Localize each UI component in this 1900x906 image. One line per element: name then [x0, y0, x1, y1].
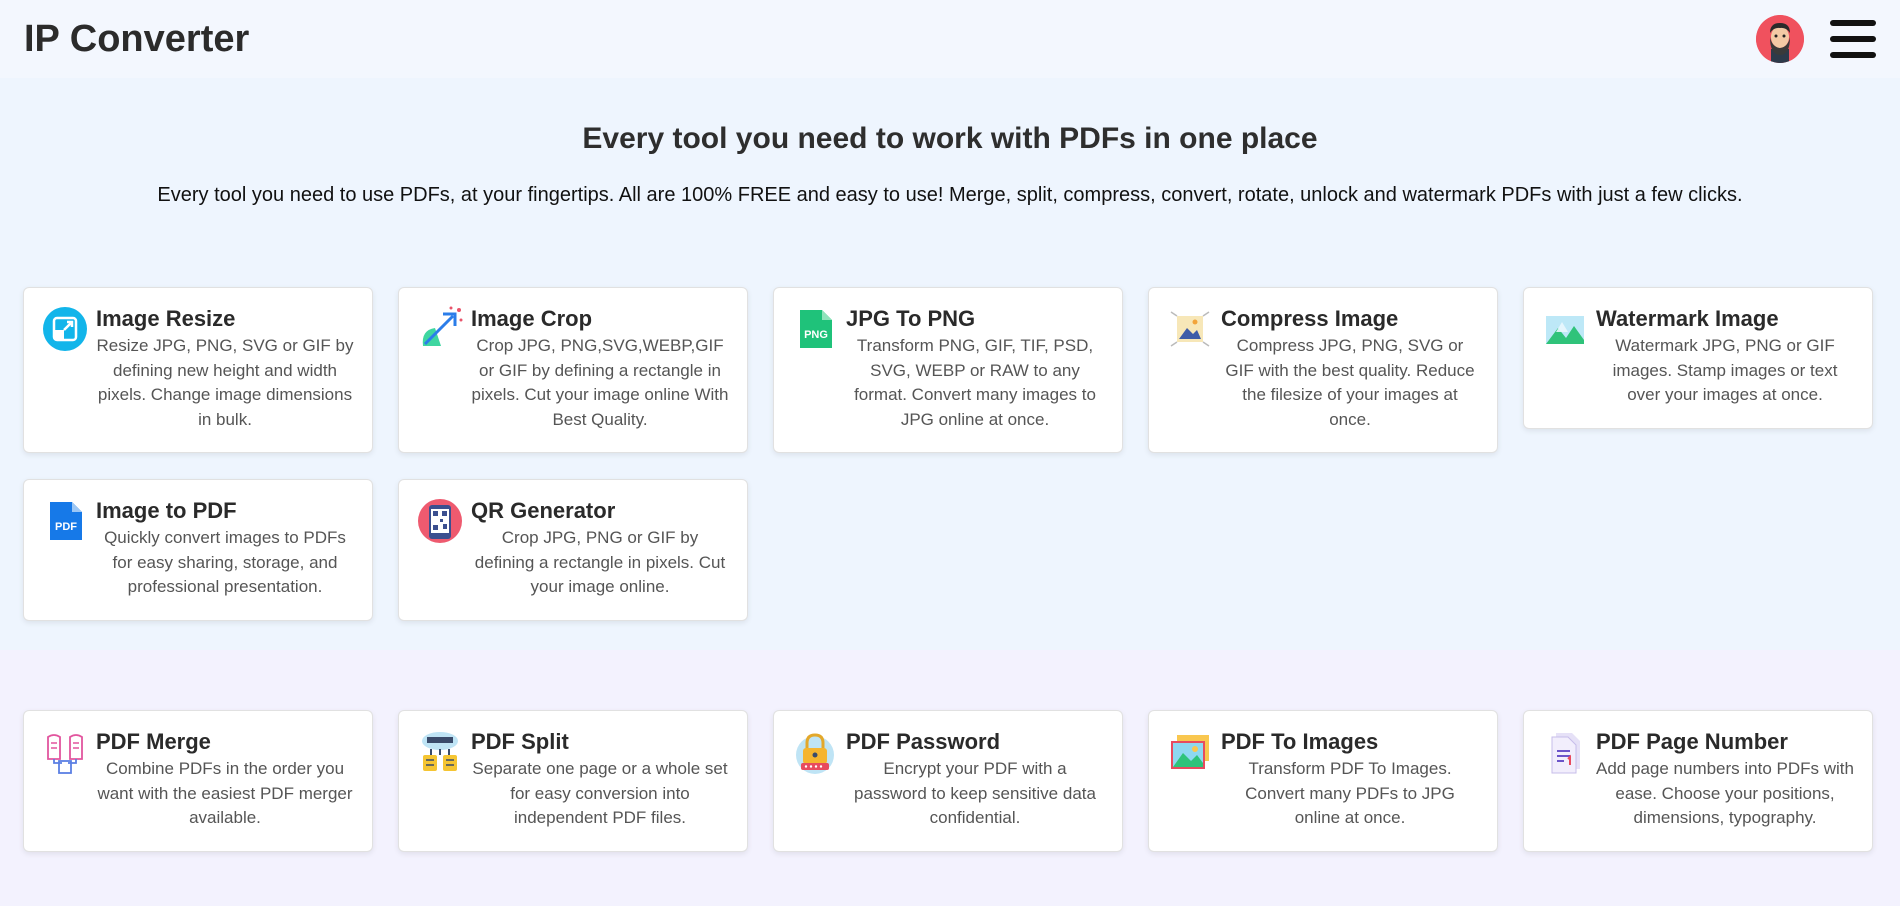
split-icon — [422, 732, 458, 771]
tool-card-watermark-image[interactable]: Watermark Image Watermark JPG, PNG or GI… — [1523, 287, 1873, 429]
tool-title: Compress Image — [1221, 306, 1399, 331]
lock-icon — [796, 733, 834, 774]
tool-title: Image Crop — [471, 306, 593, 331]
tool-card-image-to-pdf[interactable]: PDF Image to PDF Quickly convert images … — [23, 479, 373, 621]
bearded-man-avatar-icon — [1756, 15, 1804, 63]
tool-description: Transform PDF To Images. Convert many PD… — [1245, 759, 1455, 827]
menu-line — [1830, 20, 1876, 26]
tool-card-qr-generator[interactable]: QR Generator Crop JPG, PNG or GIF by def… — [398, 479, 748, 621]
tool-title: JPG To PNG — [846, 306, 976, 331]
menu-line — [1830, 36, 1876, 42]
tool-description: Add page numbers into PDFs with ease. Ch… — [1596, 759, 1854, 827]
pdf-tools-section: PDF Merge Combine PDFs in the order you … — [0, 650, 1900, 906]
tool-title: PDF Page Number — [1596, 729, 1788, 754]
merge-icon — [47, 734, 83, 774]
png-label: PNG — [804, 329, 828, 341]
tool-card-pdf-password[interactable]: PDF Password Encrypt your PDF with a pas… — [773, 710, 1123, 852]
tool-card-pdf-split[interactable]: PDF Split Separate one page or a whole s… — [398, 710, 748, 852]
tool-title: Image to PDF — [96, 498, 237, 523]
user-avatar[interactable] — [1756, 15, 1804, 63]
pdf-label: PDF — [55, 521, 77, 533]
page-subheading: Every tool you need to use PDFs, at your… — [157, 184, 1743, 206]
tool-card-pdf-merge[interactable]: PDF Merge Combine PDFs in the order you … — [23, 710, 373, 852]
images-icon — [1171, 735, 1209, 769]
tool-card-pdf-page-number[interactable]: PDF Page Number Add page numbers into PD… — [1523, 710, 1873, 852]
tool-title: PDF To Images — [1221, 729, 1379, 754]
pdf-file-icon: PDF — [50, 502, 82, 540]
tool-title: PDF Merge — [96, 729, 211, 754]
tool-description: Encrypt your PDF with a password to keep… — [854, 759, 1096, 827]
tool-title: Image Resize — [96, 306, 236, 331]
compress-image-icon — [1170, 311, 1210, 347]
tool-description: Compress JPG, PNG, SVG or GIF with the b… — [1225, 336, 1475, 429]
tool-card-pdf-to-images[interactable]: PDF To Images Transform PDF To Images. C… — [1148, 710, 1498, 852]
tool-title: PDF Password — [846, 729, 1001, 754]
tool-card-image-crop[interactable]: Image Crop Crop JPG, PNG,SVG,WEBP,GIF or… — [398, 287, 748, 453]
tool-card-jpg-to-png[interactable]: PNG JPG To PNG Transform PNG, GIF, TIF, … — [773, 287, 1123, 453]
menu-line — [1830, 52, 1876, 58]
watermark-icon — [1546, 316, 1584, 344]
tool-description: Quickly convert images to PDFs for easy … — [104, 528, 346, 596]
png-file-icon: PNG — [800, 310, 832, 348]
tool-description: Crop JPG, PNG or GIF by defining a recta… — [474, 528, 726, 596]
header-actions — [1756, 15, 1876, 63]
tool-card-compress-image[interactable]: Compress Image Compress JPG, PNG, SVG or… — [1148, 287, 1498, 453]
tool-description: Resize JPG, PNG, SVG or GIF by defining … — [96, 336, 354, 429]
tool-description: Transform PNG, GIF, TIF, PSD, SVG, WEBP … — [854, 336, 1096, 429]
page-number-icon — [1551, 733, 1580, 774]
tool-title: PDF Split — [471, 729, 569, 754]
tool-card-image-resize[interactable]: Image Resize Resize JPG, PNG, SVG or GIF… — [23, 287, 373, 453]
tool-description: Crop JPG, PNG,SVG,WEBP,GIF or GIF by def… — [471, 336, 729, 429]
hamburger-icon[interactable] — [1830, 20, 1876, 58]
tool-description: Combine PDFs in the order you want with … — [97, 759, 353, 827]
image-tools-grid: Image Resize Resize JPG, PNG, SVG or GIF… — [0, 287, 1900, 621]
qr-phone-icon — [418, 499, 462, 543]
resize-icon — [43, 307, 87, 351]
site-logo[interactable]: IP Converter — [24, 18, 249, 61]
tool-description: Watermark JPG, PNG or GIF images. Stamp … — [1612, 336, 1838, 404]
page-heading: Every tool you need to work with PDFs in… — [582, 122, 1318, 155]
image-tools-section: Every tool you need to work with PDFs in… — [0, 78, 1900, 650]
top-header: IP Converter — [0, 0, 1900, 78]
tool-title: QR Generator — [471, 498, 616, 523]
pdf-tools-grid: PDF Merge Combine PDFs in the order you … — [0, 710, 1900, 852]
tool-description: Separate one page or a whole set for eas… — [472, 759, 728, 827]
crop-icon — [422, 306, 463, 346]
tool-title: Watermark Image — [1596, 306, 1779, 331]
